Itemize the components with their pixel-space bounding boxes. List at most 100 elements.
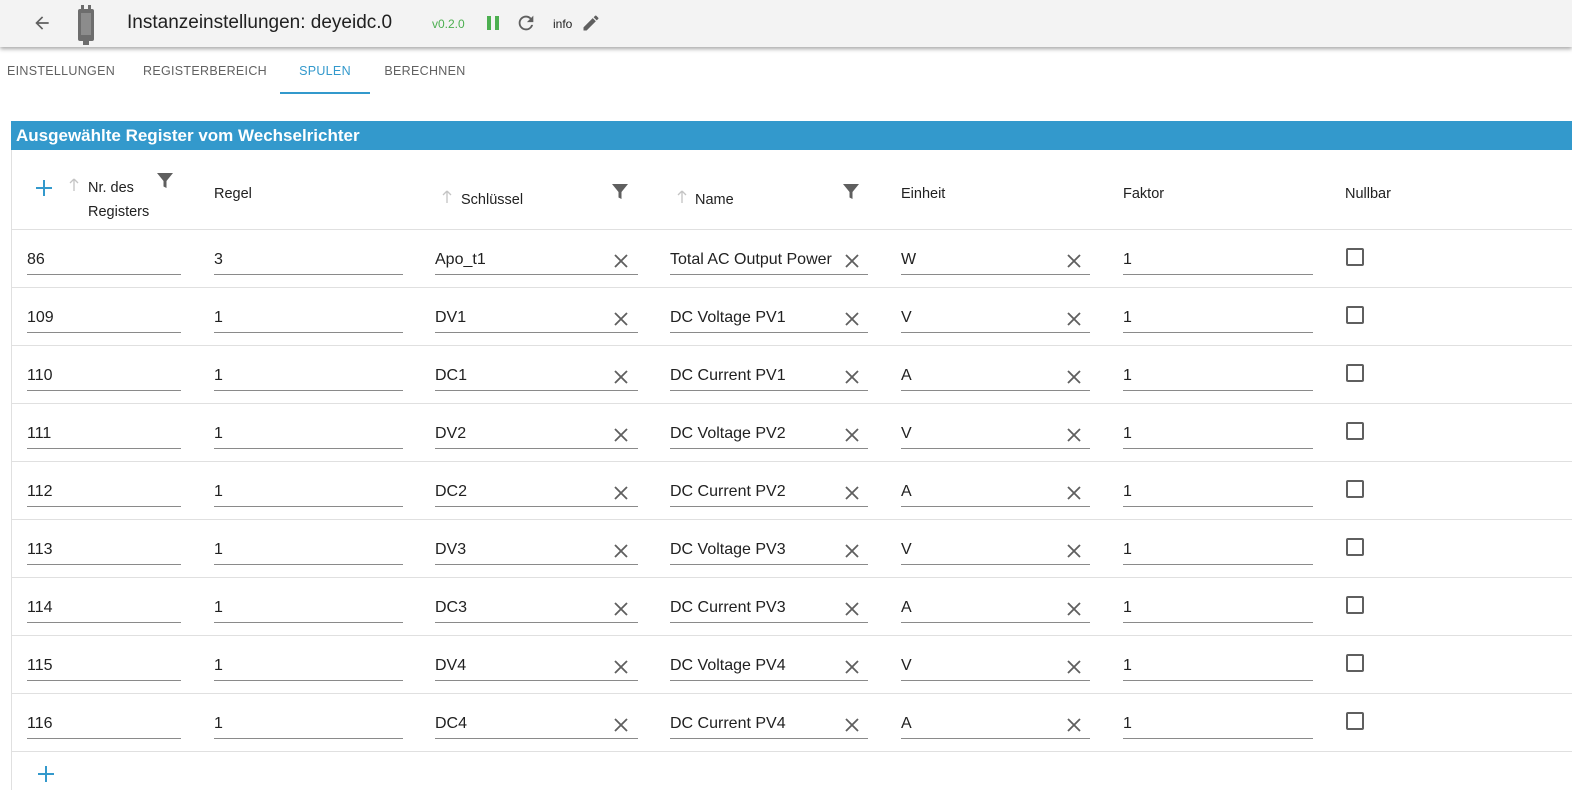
sort-arrow-icon[interactable]	[441, 190, 453, 204]
nullable-checkbox[interactable]	[1346, 364, 1364, 382]
clear-name-button[interactable]	[841, 656, 863, 678]
clear-key-button[interactable]	[610, 540, 632, 562]
name-field[interactable]: DC Voltage PV4	[670, 655, 868, 681]
rule-field[interactable]: 1	[214, 365, 403, 391]
factor-field[interactable]: 1	[1123, 365, 1313, 391]
clear-name-button[interactable]	[841, 424, 863, 446]
clear-unit-button[interactable]	[1063, 250, 1085, 272]
column-header-register[interactable]: Nr. des	[88, 180, 134, 196]
clear-name-button[interactable]	[841, 598, 863, 620]
filter-icon[interactable]	[610, 182, 630, 202]
unit-field[interactable]: A	[901, 597, 1090, 623]
rule-field[interactable]: 1	[214, 307, 403, 333]
pencil-icon[interactable]	[581, 13, 601, 33]
nullable-checkbox[interactable]	[1346, 712, 1364, 730]
clear-key-button[interactable]	[610, 714, 632, 736]
nullable-checkbox[interactable]	[1346, 538, 1364, 556]
key-field[interactable]: Apo_t1	[435, 249, 638, 275]
key-field[interactable]: DV3	[435, 539, 638, 565]
name-field[interactable]: DC Current PV4	[670, 713, 868, 739]
rule-field[interactable]: 1	[214, 713, 403, 739]
unit-field[interactable]: V	[901, 423, 1090, 449]
unit-field[interactable]: A	[901, 481, 1090, 507]
tab-spulen[interactable]: SPULEN	[280, 47, 370, 95]
add-row-icon[interactable]	[34, 178, 54, 198]
name-field[interactable]: DC Current PV3	[670, 597, 868, 623]
key-field[interactable]: DV2	[435, 423, 638, 449]
clear-unit-button[interactable]	[1063, 424, 1085, 446]
column-header-name[interactable]: Name	[695, 192, 734, 208]
key-field[interactable]: DC3	[435, 597, 638, 623]
key-field[interactable]: DC4	[435, 713, 638, 739]
clear-unit-button[interactable]	[1063, 656, 1085, 678]
key-field[interactable]: DV1	[435, 307, 638, 333]
tab-einstellungen[interactable]: EINSTELLUNGEN	[0, 47, 122, 95]
nullable-checkbox[interactable]	[1346, 596, 1364, 614]
clear-name-button[interactable]	[841, 482, 863, 504]
reload-icon[interactable]	[515, 12, 537, 34]
register-number-field[interactable]: 86	[27, 249, 181, 275]
factor-field[interactable]: 1	[1123, 597, 1313, 623]
factor-field[interactable]: 1	[1123, 655, 1313, 681]
sort-arrow-icon[interactable]	[676, 190, 688, 204]
clear-unit-button[interactable]	[1063, 308, 1085, 330]
factor-field[interactable]: 1	[1123, 423, 1313, 449]
register-number-field[interactable]: 109	[27, 307, 181, 333]
clear-unit-button[interactable]	[1063, 366, 1085, 388]
nullable-checkbox[interactable]	[1346, 306, 1364, 324]
key-field[interactable]: DC2	[435, 481, 638, 507]
back-button[interactable]	[29, 10, 55, 36]
clear-key-button[interactable]	[610, 424, 632, 446]
factor-field[interactable]: 1	[1123, 307, 1313, 333]
register-number-field[interactable]: 115	[27, 655, 181, 681]
register-number-field[interactable]: 116	[27, 713, 181, 739]
clear-name-button[interactable]	[841, 714, 863, 736]
name-field[interactable]: Total AC Output Power	[670, 249, 868, 275]
register-number-field[interactable]: 110	[27, 365, 181, 391]
key-field[interactable]: DC1	[435, 365, 638, 391]
unit-field[interactable]: A	[901, 365, 1090, 391]
clear-key-button[interactable]	[610, 656, 632, 678]
factor-field[interactable]: 1	[1123, 713, 1313, 739]
unit-field[interactable]: V	[901, 539, 1090, 565]
tab-registerbereich[interactable]: REGISTERBEREICH	[138, 47, 272, 95]
add-row-icon[interactable]	[36, 764, 56, 784]
name-field[interactable]: DC Voltage PV1	[670, 307, 868, 333]
rule-field[interactable]: 3	[214, 249, 403, 275]
unit-field[interactable]: W	[901, 249, 1090, 275]
clear-key-button[interactable]	[610, 366, 632, 388]
name-field[interactable]: DC Voltage PV2	[670, 423, 868, 449]
sort-arrow-icon[interactable]	[68, 178, 80, 192]
factor-field[interactable]: 1	[1123, 249, 1313, 275]
factor-field[interactable]: 1	[1123, 481, 1313, 507]
clear-key-button[interactable]	[610, 482, 632, 504]
unit-field[interactable]: V	[901, 655, 1090, 681]
clear-key-button[interactable]	[610, 598, 632, 620]
name-field[interactable]: DC Current PV1	[670, 365, 868, 391]
tab-berechnen[interactable]: BERECHNEN	[378, 47, 472, 95]
factor-field[interactable]: 1	[1123, 539, 1313, 565]
filter-icon[interactable]	[155, 171, 175, 191]
register-number-field[interactable]: 111	[27, 423, 181, 449]
unit-field[interactable]: A	[901, 713, 1090, 739]
clear-key-button[interactable]	[610, 250, 632, 272]
clear-name-button[interactable]	[841, 366, 863, 388]
rule-field[interactable]: 1	[214, 539, 403, 565]
filter-icon[interactable]	[841, 182, 861, 202]
name-field[interactable]: DC Current PV2	[670, 481, 868, 507]
register-number-field[interactable]: 113	[27, 539, 181, 565]
unit-field[interactable]: V	[901, 307, 1090, 333]
clear-unit-button[interactable]	[1063, 598, 1085, 620]
key-field[interactable]: DV4	[435, 655, 638, 681]
pause-icon[interactable]	[484, 14, 502, 32]
nullable-checkbox[interactable]	[1346, 248, 1364, 266]
nullable-checkbox[interactable]	[1346, 480, 1364, 498]
rule-field[interactable]: 1	[214, 597, 403, 623]
nullable-checkbox[interactable]	[1346, 654, 1364, 672]
rule-field[interactable]: 1	[214, 423, 403, 449]
column-header-key[interactable]: Schlüssel	[461, 192, 523, 208]
clear-unit-button[interactable]	[1063, 714, 1085, 736]
rule-field[interactable]: 1	[214, 481, 403, 507]
clear-name-button[interactable]	[841, 308, 863, 330]
clear-name-button[interactable]	[841, 250, 863, 272]
